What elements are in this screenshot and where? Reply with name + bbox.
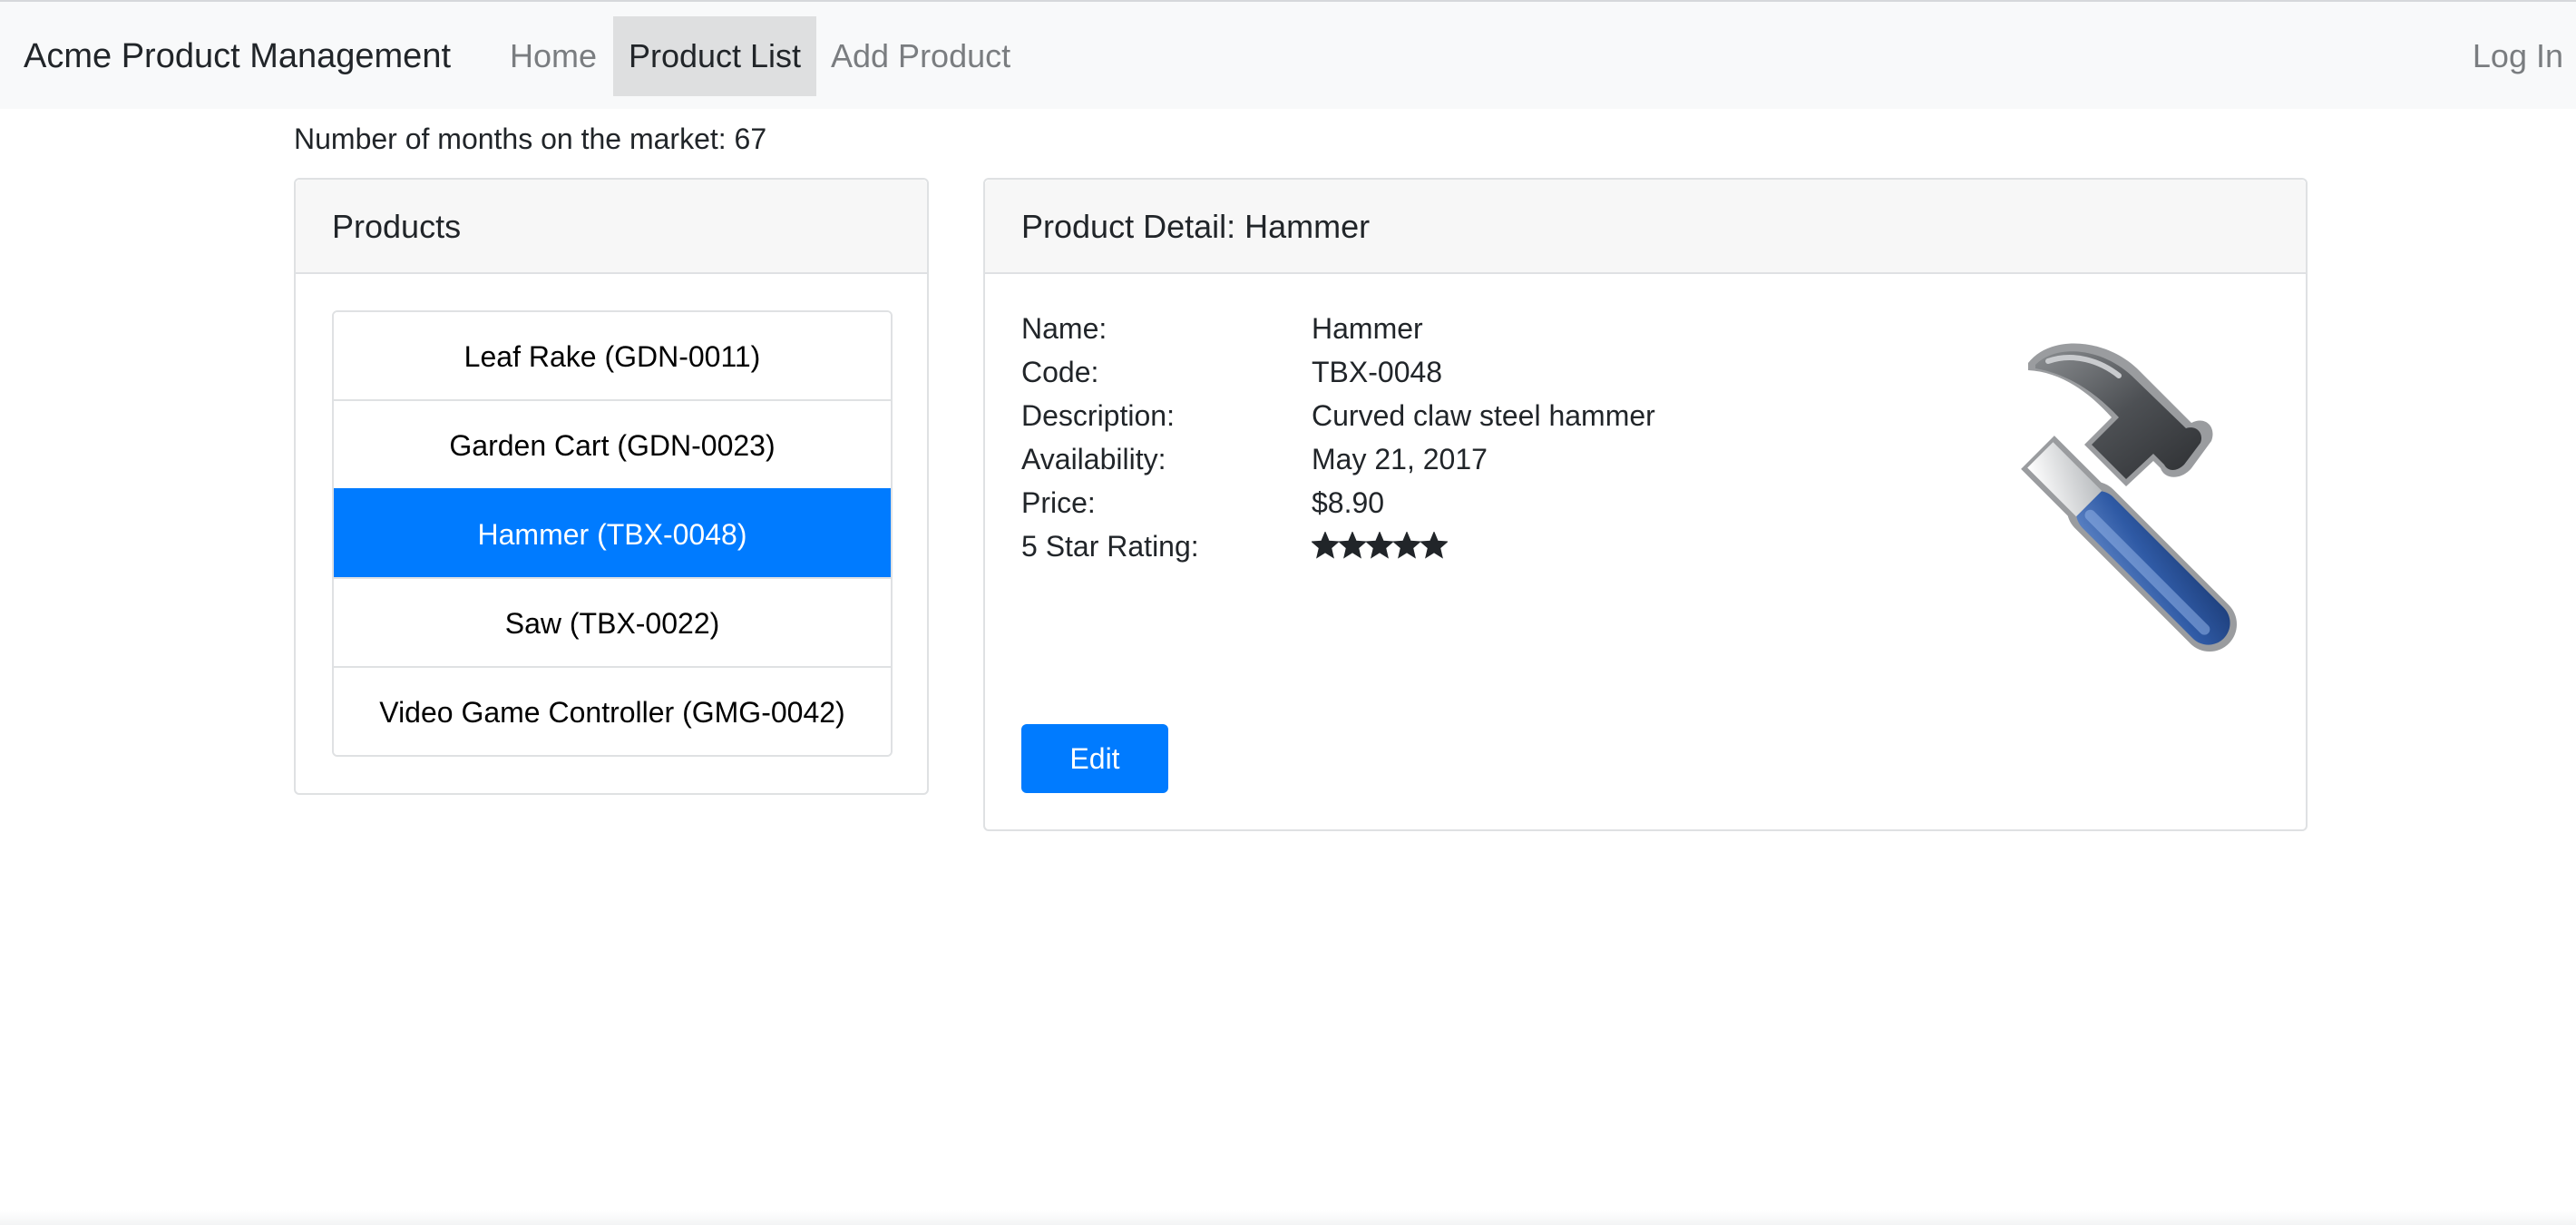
product-image — [1892, 316, 2273, 679]
page-bottom-edge — [0, 1210, 2576, 1225]
availability-value: May 21, 2017 — [1312, 443, 1488, 475]
product-list-item[interactable]: Garden Cart (GDN-0023) — [334, 399, 891, 488]
product-list-item[interactable]: Saw (TBX-0022) — [334, 577, 891, 666]
star-icon — [1312, 532, 1339, 559]
description-label: Description: — [1021, 399, 1175, 432]
brand-link[interactable]: Acme Product Management — [24, 29, 451, 83]
products-card: Products Leaf Rake (GDN-0011) Garden Car… — [294, 178, 929, 795]
product-detail-card: Product Detail: Hammer Name: Hammer Code… — [983, 178, 2308, 831]
product-detail-title: Product Detail: Hammer — [985, 180, 2306, 274]
price-value: $8.90 — [1312, 486, 1385, 519]
nav-home-link[interactable]: Home — [510, 16, 597, 96]
description-value: Curved claw steel hammer — [1312, 399, 1655, 432]
availability-label: Availability: — [1021, 443, 1166, 475]
star-icon — [1366, 532, 1393, 559]
hammer-icon — [2021, 343, 2238, 652]
months-on-market-text: Number of months on the market: 67 — [294, 122, 767, 155]
star-icon — [1393, 532, 1420, 559]
navbar: Acme Product Management Home Product Lis… — [0, 0, 2576, 109]
product-list-item[interactable]: Leaf Rake (GDN-0011) — [334, 312, 891, 399]
product-list-item-selected[interactable]: Hammer (TBX-0048) — [334, 488, 891, 577]
star-icon — [1420, 532, 1448, 559]
edit-button[interactable]: Edit — [1021, 724, 1168, 793]
products-card-title: Products — [296, 180, 927, 274]
nav-product-list-link[interactable]: Product List — [613, 16, 816, 96]
star-rating — [1312, 532, 1448, 561]
nav-login-link[interactable]: Log In — [2473, 16, 2563, 96]
price-label: Price: — [1021, 486, 1096, 519]
product-list: Leaf Rake (GDN-0011) Garden Cart (GDN-00… — [332, 310, 893, 757]
product-list-item[interactable]: Video Game Controller (GMG-0042) — [334, 666, 891, 755]
code-label: Code: — [1021, 356, 1099, 388]
name-label: Name: — [1021, 312, 1107, 345]
rating-label: 5 Star Rating: — [1021, 530, 1199, 563]
code-value: TBX-0048 — [1312, 356, 1443, 388]
nav-add-product-link[interactable]: Add Product — [831, 16, 1010, 96]
name-value: Hammer — [1312, 312, 1423, 345]
star-icon — [1339, 532, 1366, 559]
